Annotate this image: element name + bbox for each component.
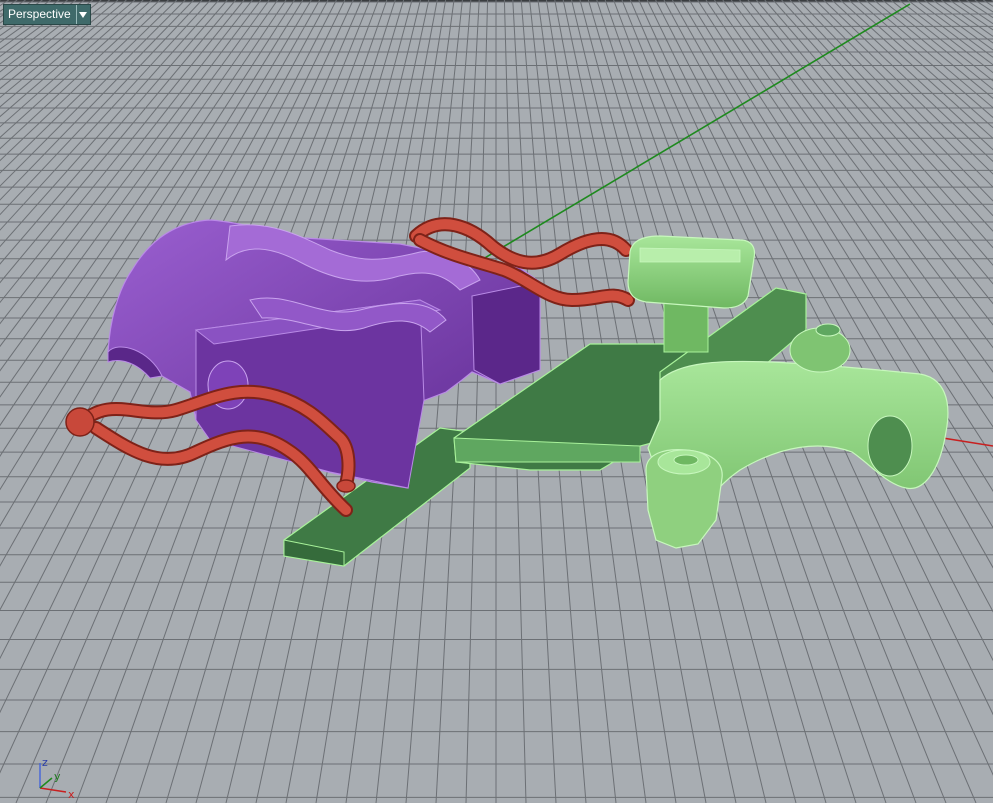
- viewport-title[interactable]: Perspective: [4, 5, 76, 24]
- viewport-title-tab[interactable]: Perspective: [3, 4, 91, 25]
- axis-z-label: z: [42, 756, 48, 769]
- axis-x-label: x: [68, 788, 75, 801]
- viewport-scene[interactable]: z y x: [0, 0, 993, 803]
- world-y-axis: [477, 3, 911, 263]
- axis-y-label: y: [54, 770, 61, 783]
- perspective-viewport[interactable]: z y x Perspective: [0, 0, 993, 803]
- triangle-down-icon[interactable]: [75, 5, 90, 24]
- axis-widget: z y x: [39, 756, 75, 801]
